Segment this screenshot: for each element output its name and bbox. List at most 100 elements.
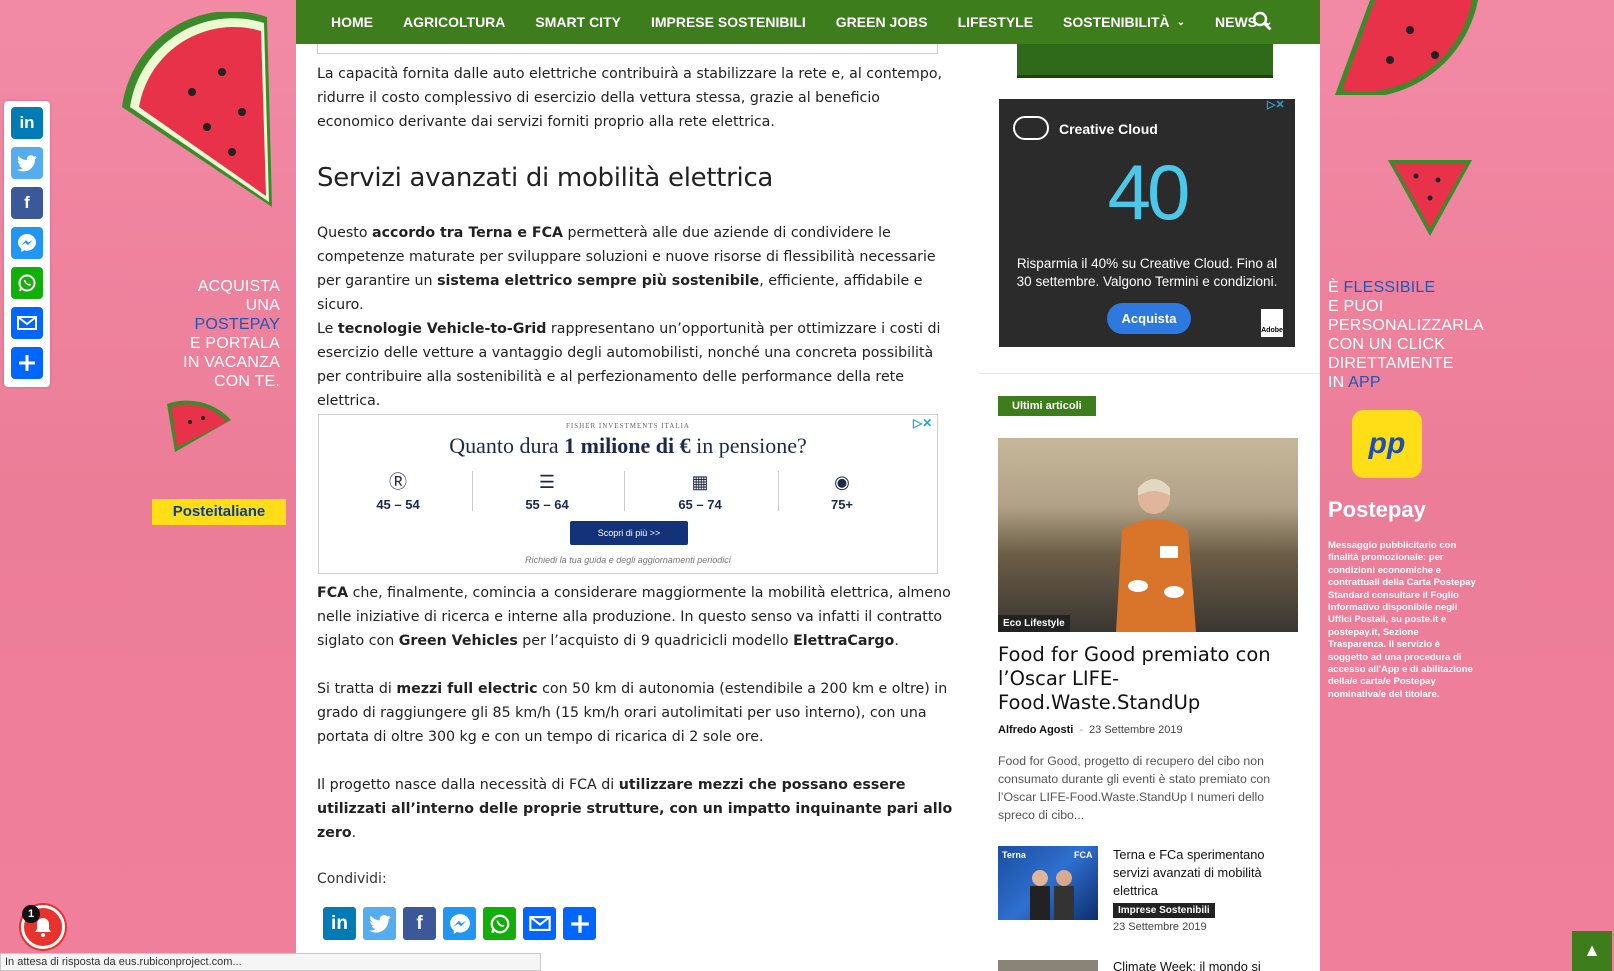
notification-count-badge: 1: [22, 905, 40, 923]
facebook-icon[interactable]: f: [11, 187, 43, 219]
scroll-to-top-button[interactable]: ▲: [1572, 931, 1612, 971]
article-subheading: Servizi avanzati di mobilità elettrica: [317, 163, 774, 193]
skin-right-line1b: FLESSIBILE: [1343, 279, 1436, 296]
skin-left-line2: POSTEPAY: [194, 316, 280, 333]
postepay-brand: Postepay: [1328, 497, 1426, 522]
skin-left-line5: CON TE.: [213, 373, 280, 390]
category-tag[interactable]: Eco Lifestyle: [998, 615, 1070, 632]
money-bag-icon: ◉: [834, 472, 850, 492]
watermelon-slice-image: [122, 12, 272, 207]
nav-smart-city[interactable]: SMART CITY: [535, 14, 621, 30]
floating-share-bar: in f: [4, 101, 50, 387]
age-option[interactable]: ▦ 65 – 74: [625, 467, 775, 512]
sidebar-section-title: Ultimi articoli: [998, 396, 1096, 416]
nav-agricoltura[interactable]: AGRICOLTURA: [403, 14, 505, 30]
nav-sostenibilita[interactable]: SOSTENIBILITÀ ⌄: [1063, 14, 1185, 30]
featured-photo-person: [1116, 479, 1196, 632]
whatsapp-icon[interactable]: [483, 907, 516, 940]
article-paragraph: FCA che, finalmente, comincia a consider…: [317, 585, 951, 649]
creative-cloud-ad[interactable]: Creative Cloud 40 Risparmia il 40% su Cr…: [999, 99, 1295, 347]
adchoices-icon[interactable]: ▷✕: [913, 416, 932, 430]
ad-container-edge: [317, 44, 938, 54]
creative-cloud-logo-icon: [1013, 116, 1049, 140]
cc-ad-buy-button[interactable]: Acquista: [1107, 303, 1191, 334]
skin-left-line3: E PORTALA: [189, 335, 280, 352]
fisher-brand: FISHER INVESTMENTS ITALIA: [566, 422, 690, 430]
postepay-app-icon: pp: [1352, 410, 1422, 478]
age-option[interactable]: Ⓡ 45 – 54: [323, 467, 473, 512]
search-icon[interactable]: [1252, 11, 1272, 31]
cc-ad-graphic: 40: [1107, 148, 1191, 236]
skin-right-line2: E PUOI: [1328, 298, 1384, 315]
skin-right-line6a: IN: [1328, 374, 1349, 391]
watermelon-small-image: [1388, 160, 1472, 236]
adobe-logo: Adobe: [1261, 309, 1283, 337]
skin-left-line4: IN VACANZA: [183, 354, 280, 371]
chevron-up-icon: ▲: [1583, 940, 1601, 960]
cc-ad-text: Risparmia il 40% su Creative Cloud. Fino…: [1016, 256, 1278, 289]
publish-date: 23 Settembre 2019: [1113, 921, 1207, 933]
article-thumbnail[interactable]: [998, 960, 1098, 971]
sidebar-top-banner[interactable]: [1017, 44, 1273, 78]
skin-right-line1a: È: [1328, 279, 1344, 296]
skin-left-line1: ACQUISTA UNA: [197, 278, 280, 314]
featured-article-excerpt: Food for Good, progetto di recupero del …: [998, 754, 1271, 822]
share-label: Condividi:: [317, 871, 387, 887]
chevron-down-icon: ⌄: [1176, 16, 1185, 28]
adchoices-icon[interactable]: ▷✕: [1267, 98, 1285, 111]
euro-coin-icon: Ⓡ: [389, 472, 407, 492]
twitter-icon[interactable]: [11, 147, 43, 179]
article-paragraph: La capacità fornita dalle auto elettrich…: [317, 66, 943, 130]
nav-imprese-sostenibili[interactable]: IMPRESE SOSTENIBILI: [651, 14, 806, 30]
sidebar-divider: [978, 373, 1320, 374]
browser-status-bar: In attesa di risposta da eus.rubiconproj…: [0, 953, 541, 971]
linkedin-icon[interactable]: in: [11, 107, 43, 139]
watermelon-slice-image: [1335, 0, 1478, 95]
linkedin-icon[interactable]: in: [323, 907, 356, 940]
article-thumbnail[interactable]: Terna FCA: [998, 846, 1098, 920]
messenger-icon[interactable]: [11, 227, 43, 259]
cc-ad-title: Creative Cloud: [1059, 121, 1158, 137]
featured-article-meta: Alfredo Agosti -23 Settembre 2019: [998, 724, 1183, 736]
facebook-icon[interactable]: f: [403, 907, 436, 940]
bottom-share-buttons: in f: [323, 907, 596, 940]
article-paragraph: Questo accordo tra Terna e FCA permetter…: [317, 225, 936, 313]
main-page: HOME AGRICOLTURA SMART CITY IMPRESE SOST…: [296, 0, 1320, 971]
skin-right-line6b: APP: [1348, 374, 1381, 391]
email-icon[interactable]: [523, 907, 556, 940]
age-option[interactable]: ☰ 55 – 64: [472, 467, 622, 512]
fisher-headline: Quanto dura 1 milione di € in pensione?: [449, 433, 807, 458]
fisher-cta-button[interactable]: Scopri di più >>: [570, 521, 688, 545]
main-navbar: HOME AGRICOLTURA SMART CITY IMPRESE SOST…: [296, 0, 1320, 44]
fisher-investments-ad[interactable]: FISHER INVESTMENTS ITALIA Quanto dura 1 …: [318, 414, 938, 574]
nav-home[interactable]: HOME: [331, 14, 373, 30]
skin-right-line3: PERSONALIZZARLA: [1328, 317, 1484, 334]
author-name[interactable]: Alfredo Agosti: [998, 724, 1073, 736]
article-paragraph: Il progetto nasce dalla necessità di FCA…: [317, 777, 953, 841]
skin-right-line4: CON UN CLICK: [1328, 336, 1446, 353]
postepay-disclaimer: Messaggio pubblicitario con finalità pro…: [1328, 540, 1476, 700]
coin-stack-icon: ☰: [538, 472, 556, 492]
article-paragraph: Si tratta di mezzi full electric con 50 …: [317, 681, 948, 745]
nav-lifestyle[interactable]: LIFESTYLE: [958, 14, 1033, 30]
featured-article-title[interactable]: Food for Good premiato con l’Oscar LIFE-…: [998, 643, 1298, 715]
skin-right-ad[interactable]: È FLESSIBILE E PUOI PERSONALIZZARLA CON …: [1320, 0, 1614, 971]
publish-date: 23 Settembre 2019: [1089, 724, 1183, 736]
twitter-icon[interactable]: [363, 907, 396, 940]
share-icon[interactable]: [11, 347, 43, 379]
fisher-note: Richiedi la tua guida e degli aggiorname…: [525, 555, 731, 565]
banknote-icon: ▦: [691, 472, 709, 492]
share-icon[interactable]: [563, 907, 596, 940]
featured-article-image[interactable]: Eco Lifestyle: [998, 438, 1298, 632]
age-option[interactable]: ◉ 75+: [767, 467, 917, 512]
whatsapp-icon[interactable]: [11, 267, 43, 299]
nav-green-jobs[interactable]: GREEN JOBS: [836, 14, 928, 30]
category-tag[interactable]: Imprese Sostenibili: [1113, 903, 1215, 918]
poste-italiane-logo: Posteitaliane: [152, 499, 286, 525]
list-item-title[interactable]: Terna e FCa sperimentano servizi avanzat…: [1113, 846, 1303, 900]
list-item-title[interactable]: Climate Week: il mondo si: [1113, 958, 1303, 971]
skin-right-line5: DIRETTAMENTE: [1328, 355, 1454, 372]
email-icon[interactable]: [11, 307, 43, 339]
messenger-icon[interactable]: [443, 907, 476, 940]
watermelon-small-image: [167, 400, 231, 452]
